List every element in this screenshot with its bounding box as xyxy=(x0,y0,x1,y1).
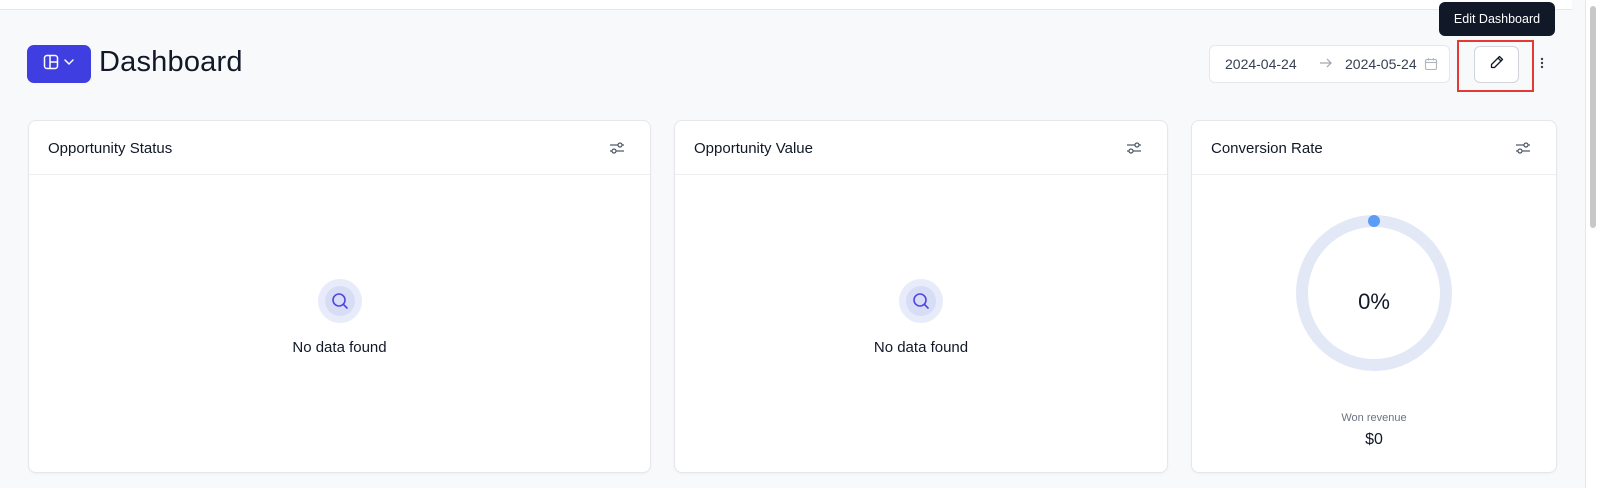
more-options-button[interactable] xyxy=(1536,55,1548,75)
page-title: Dashboard xyxy=(99,46,243,78)
empty-state: No data found xyxy=(29,279,650,356)
scrollbar-thumb[interactable] xyxy=(1590,6,1596,228)
edit-dashboard-button[interactable] xyxy=(1474,46,1519,83)
donut-progress-marker xyxy=(1368,215,1380,227)
card-header: Conversion Rate xyxy=(1192,121,1556,175)
card-title: Opportunity Value xyxy=(694,140,813,157)
opportunity-status-card: Opportunity Status No data found xyxy=(28,120,651,473)
card-title: Opportunity Status xyxy=(48,140,173,157)
card-header: Opportunity Value xyxy=(675,121,1167,175)
search-icon xyxy=(317,279,362,323)
empty-state: No data found xyxy=(675,279,1167,356)
card-header: Opportunity Status xyxy=(29,121,650,175)
top-bar xyxy=(0,0,1572,10)
won-revenue-label: Won revenue xyxy=(1341,412,1407,424)
more-vertical-icon xyxy=(1540,56,1544,75)
sliders-icon[interactable] xyxy=(1126,140,1142,156)
opportunity-value-card: Opportunity Value No data found xyxy=(674,120,1168,473)
empty-state-text: No data found xyxy=(292,339,387,356)
calendar-icon xyxy=(1424,57,1438,74)
card-title: Conversion Rate xyxy=(1211,140,1323,157)
date-range-picker[interactable]: 2024-04-24 2024-05-24 xyxy=(1209,45,1450,83)
sliders-icon[interactable] xyxy=(1515,140,1531,156)
pencil-icon xyxy=(1489,54,1505,75)
page-scrollbar[interactable] xyxy=(1585,0,1600,488)
search-icon xyxy=(899,279,943,323)
date-range-arrow xyxy=(1319,56,1333,73)
date-end[interactable]: 2024-05-24 xyxy=(1345,56,1417,72)
date-start[interactable]: 2024-04-24 xyxy=(1225,56,1297,72)
conversion-rate-value: 0% xyxy=(1358,289,1390,314)
edit-dashboard-tooltip: Edit Dashboard xyxy=(1439,2,1555,36)
sliders-icon[interactable] xyxy=(609,140,625,156)
won-revenue-value: $0 xyxy=(1365,431,1383,448)
empty-state-text: No data found xyxy=(873,339,969,356)
chevron-down-icon xyxy=(63,55,75,73)
conversion-rate-card: Conversion Rate 0% Won revenue $0 xyxy=(1191,120,1557,473)
layout-icon xyxy=(43,54,59,75)
view-switcher-button[interactable] xyxy=(27,45,91,83)
